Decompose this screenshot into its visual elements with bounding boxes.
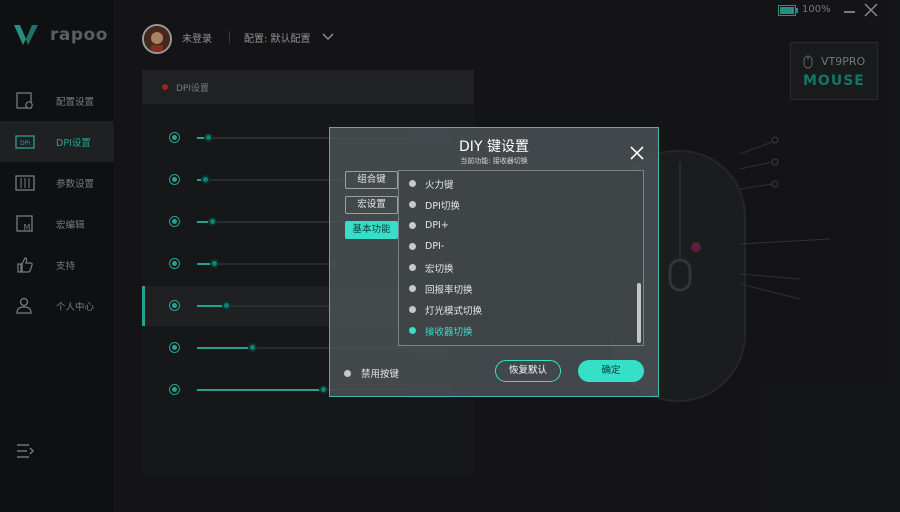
- function-list-item[interactable]: DPI切换: [399, 194, 629, 215]
- app-window: rapoo 配置设置 DPI DPI设置 参数设置 M 宏编辑 支持 个人中心 …: [0, 0, 900, 512]
- function-list-item[interactable]: DPI+: [399, 215, 629, 236]
- scrollbar-thumb[interactable]: [637, 283, 641, 343]
- dialog-title: DIY 键设置: [459, 139, 529, 155]
- function-label: 灯光模式切换: [425, 305, 483, 317]
- tab-basic-functions[interactable]: 基本功能: [345, 221, 398, 239]
- function-label: 接收器切换: [425, 326, 473, 338]
- radio-dot: [344, 369, 351, 377]
- radio-dot: [409, 180, 416, 187]
- diy-key-dialog: DIY 键设置 当前功能: 接收器切换 组合键 宏设置 基本功能 火力键 DPI切…: [329, 127, 659, 397]
- function-list-item[interactable]: 宏切换: [399, 257, 629, 278]
- dialog-subtitle: 当前功能: 接收器切换: [460, 157, 528, 165]
- function-label: 火力键: [425, 179, 454, 191]
- function-list-item[interactable]: 回报率切换: [399, 278, 629, 299]
- radio-dot: [409, 243, 416, 250]
- disable-key-label: 禁用按键: [361, 369, 400, 380]
- scrollbar[interactable]: [637, 173, 641, 343]
- reset-default-button[interactable]: 恢复默认: [495, 360, 561, 382]
- function-list: 火力键 DPI切换 DPI+ DPI- 宏切换回报率切换灯光模式切换 接收器切换: [398, 170, 644, 346]
- function-label: 回报率切换: [425, 284, 473, 296]
- function-label: 宏切换: [425, 263, 454, 275]
- function-label: DPI切换: [425, 200, 460, 212]
- radio-dot: [409, 327, 416, 334]
- function-label: DPI-: [425, 241, 445, 252]
- function-label: DPI+: [425, 220, 449, 231]
- radio-dot: [409, 285, 416, 292]
- radio-dot: [409, 306, 416, 313]
- function-list-item[interactable]: 接收器切换: [399, 320, 629, 341]
- radio-dot: [409, 201, 416, 208]
- radio-dot: [409, 222, 416, 229]
- close-icon[interactable]: [630, 146, 644, 160]
- disable-key-option[interactable]: 禁用按键: [344, 366, 399, 380]
- radio-dot: [409, 264, 416, 271]
- tab-combo-keys[interactable]: 组合键: [345, 171, 398, 189]
- tab-macro-settings[interactable]: 宏设置: [345, 196, 398, 214]
- confirm-button[interactable]: 确定: [578, 360, 644, 382]
- function-list-item[interactable]: 灯光模式切换: [399, 299, 629, 320]
- function-list-item[interactable]: DPI-: [399, 236, 629, 257]
- function-list-item[interactable]: 火力键: [399, 173, 629, 194]
